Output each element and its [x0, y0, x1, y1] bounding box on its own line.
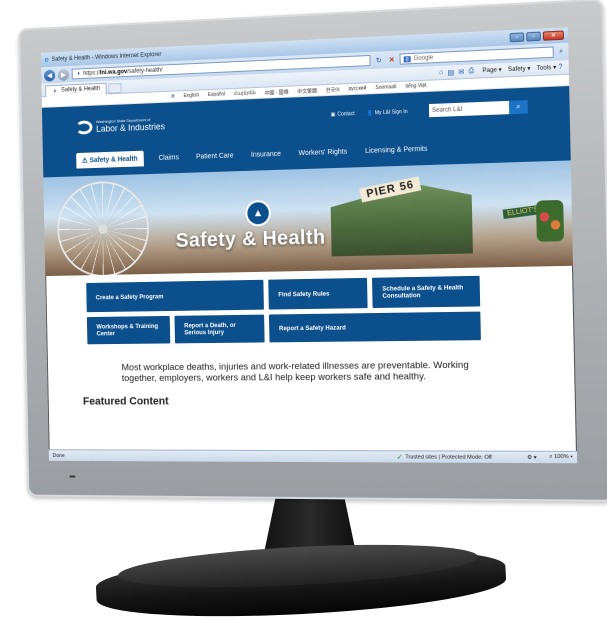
monitor-bezel: e Safety & Health - Windows Internet Exp…: [18, 0, 607, 502]
window-title: Safety & Health - Windows Internet Explo…: [51, 51, 162, 63]
site-search-input[interactable]: Search L&I: [428, 100, 512, 118]
zoom-icon: ⌕: [549, 453, 553, 461]
stop-icon[interactable]: ✕: [387, 55, 397, 64]
refresh-icon[interactable]: ↻: [374, 56, 384, 65]
forward-button[interactable]: ▶: [57, 68, 70, 81]
url-host: lni.wa.gov: [99, 68, 128, 76]
schedule-consultation-button[interactable]: Schedule a Safety & Health Consultation: [371, 275, 481, 309]
status-bar: Done ✓ Trusted sites | Protected Mode: O…: [48, 449, 578, 464]
lang-armenian[interactable]: Հայերեն: [234, 90, 256, 97]
lang-somali[interactable]: Soomaali: [375, 84, 396, 91]
help-icon[interactable]: ?: [556, 64, 564, 72]
lang-russian[interactable]: русский: [348, 85, 366, 92]
status-text: Done: [52, 452, 65, 459]
create-safety-program-button[interactable]: Create a Safety Program: [86, 279, 264, 313]
feeds-icon[interactable]: ▤: [445, 68, 456, 77]
report-hazard-button[interactable]: Report a Safety Hazard: [268, 311, 481, 343]
security-zone[interactable]: ✓ Trusted sites | Protected Mode: Off: [396, 452, 492, 462]
mail-icon[interactable]: ✉: [456, 67, 466, 76]
back-button[interactable]: ◀: [43, 69, 56, 82]
globe-icon: ⊕: [170, 93, 176, 100]
lang-chinese-traditional[interactable]: 中文繁體: [297, 87, 317, 95]
report-death-injury-button[interactable]: Report a Death, or Serious Injury: [174, 314, 265, 344]
lang-korean[interactable]: 한국어: [326, 86, 340, 94]
hard-hat-icon: ▲: [245, 199, 272, 227]
search-icon[interactable]: ⌕: [557, 47, 565, 56]
print-icon[interactable]: ⎙: [466, 67, 476, 76]
lni-logo-icon: [75, 119, 93, 135]
nav-licensing-permits[interactable]: Licensing & Permits: [363, 142, 430, 159]
nav-insurance[interactable]: Insurance: [249, 147, 283, 163]
site-favicon-icon: ◐: [77, 70, 82, 78]
lang-spanish[interactable]: Español: [208, 91, 226, 98]
url-prefix: https://: [83, 69, 100, 77]
url-path: /safety-health/: [127, 66, 163, 75]
lang-chinese-simplified[interactable]: 中國 - 國博: [264, 88, 288, 96]
maximize-icon[interactable]: ▫: [526, 31, 541, 42]
nav-safety-health[interactable]: ⚠ Safety & Health: [76, 150, 144, 169]
lni-logo[interactable]: Washington State Department of Labor & I…: [75, 117, 165, 135]
close-icon[interactable]: ✕: [542, 30, 564, 41]
site-search-placeholder: Search L&I: [432, 106, 463, 114]
hero-title: Safety & Health: [175, 226, 326, 252]
nav-patient-care[interactable]: Patient Care: [194, 148, 236, 164]
new-tab-button[interactable]: [108, 82, 122, 93]
zoom-level: 100%: [553, 453, 569, 461]
minimize-icon[interactable]: –: [509, 32, 525, 43]
contact-link[interactable]: ▣ Contact: [331, 111, 355, 118]
protected-mode-icon[interactable]: ⚙ ▾: [527, 454, 537, 460]
power-led: [69, 475, 76, 478]
flower-basket-image: [535, 199, 565, 242]
nav-claims[interactable]: Claims: [156, 150, 180, 166]
home-icon[interactable]: ⌂: [437, 69, 446, 76]
workshops-training-button[interactable]: Workshops & Training Center: [86, 315, 171, 345]
tools-menu[interactable]: Tools ▾: [537, 64, 557, 72]
security-zone-label: Trusted sites | Protected Mode: Off: [405, 453, 492, 461]
tab-label: Safety & Health: [61, 85, 101, 94]
browser-search-placeholder: Google: [413, 54, 434, 62]
contact-label: Contact: [337, 111, 355, 118]
ie-icon: e: [44, 55, 49, 65]
nav-label: Safety & Health: [89, 155, 138, 165]
contact-icon: ▣: [330, 111, 336, 118]
tab-favicon-icon: ◐: [53, 87, 58, 95]
safety-menu[interactable]: Safety ▾: [508, 65, 531, 73]
lang-vietnamese[interactable]: tiếng Việt: [405, 83, 426, 90]
site-search-button[interactable]: ⌕: [508, 100, 528, 115]
intro-text: Most workplace deaths, injuries and work…: [121, 359, 469, 385]
google-icon: g: [403, 55, 411, 62]
signin-label: My L&I Sign In: [374, 108, 408, 117]
signin-link[interactable]: 👤 My L&I Sign In: [367, 109, 408, 117]
magnifier-icon: ⌕: [516, 102, 521, 111]
checkmark-icon: ✓: [396, 452, 404, 462]
featured-heading: Featured Content: [82, 395, 169, 408]
browser-window: e Safety & Health - Windows Internet Exp…: [40, 27, 578, 464]
page-menu[interactable]: Page ▾: [482, 66, 501, 74]
logo-title: Labor & Industries: [96, 121, 166, 134]
quick-links: Create a Safety Program Find Safety Rule…: [45, 266, 574, 345]
find-safety-rules-button[interactable]: Find Safety Rules: [268, 277, 368, 310]
user-icon: 👤: [366, 110, 373, 117]
lang-english[interactable]: English: [183, 92, 199, 99]
hero-banner: PIER 56 ELLIOT'S ▲ Safety & Health: [43, 160, 573, 277]
nav-workers-rights[interactable]: Workers' Rights: [296, 144, 349, 161]
zoom-control[interactable]: ⌕ 100% ▾: [549, 454, 573, 461]
